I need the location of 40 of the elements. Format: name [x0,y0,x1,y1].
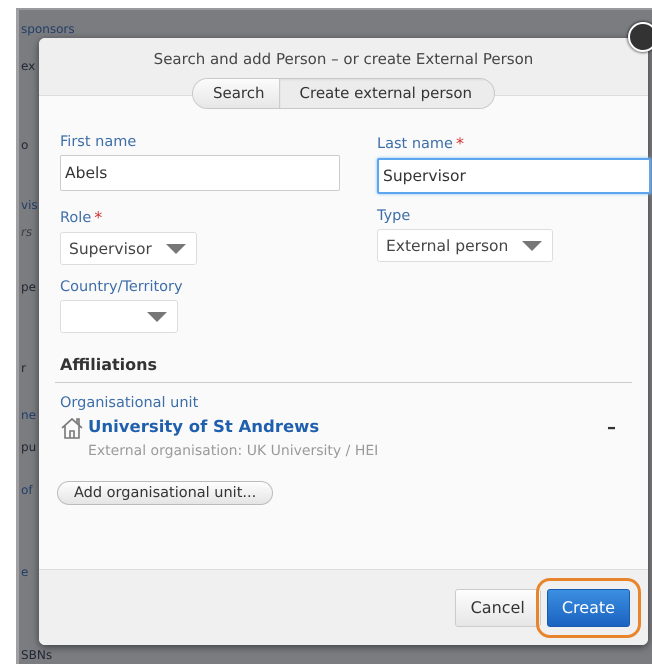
background-text: ex [20,58,36,74]
required-asterisk: * [456,134,464,153]
organisation-link[interactable]: University of St Andrews [88,417,607,439]
text-field[interactable]: Abels [60,155,340,191]
dropdown-arrow-icon [147,312,167,322]
background-text: o [20,137,28,153]
dropdown-value: External person [386,236,508,254]
required-asterisk: * [94,208,102,227]
background-text: r [20,360,26,376]
remove-button[interactable]: – [607,417,632,439]
field-label: First name [60,134,136,150]
field-label: Country/Territory [60,279,183,295]
background-text: sponsors [20,21,75,37]
dropdown[interactable]: Supervisor [60,232,197,265]
section-heading: Affiliations [55,355,632,383]
tab[interactable]: Create external person [278,79,494,108]
background-text: pe [20,279,36,295]
dropdown[interactable] [60,300,178,333]
background-text: SBNs [20,647,52,663]
dropdown-arrow-icon [522,240,542,250]
house-icon [60,417,84,439]
organisation-detail: External organisation: UK University / HEI [88,443,380,459]
field-label: Type [377,208,410,224]
text-field[interactable]: Supervisor [377,158,651,194]
background-text: rs [20,224,32,240]
dropdown[interactable]: External person [377,229,554,262]
field-label: Last name [377,136,453,152]
tab[interactable]: Search [192,79,279,108]
field-label: Role [60,210,92,226]
background-text: ne [20,407,36,423]
cancel-button[interactable]: Cancel [454,588,541,626]
dropdown-value: Supervisor [69,240,152,258]
add-unit-button[interactable]: Add organisational unit... [57,481,274,505]
background-text: of [20,482,33,498]
field-label: Organisational unit [60,395,200,411]
background-text: vis [20,197,38,213]
dropdown-arrow-icon [166,244,186,254]
background-text: pu [20,439,36,455]
background-text: e [20,564,28,580]
dialog-title: Search and add Person – or create External Person [154,50,534,68]
